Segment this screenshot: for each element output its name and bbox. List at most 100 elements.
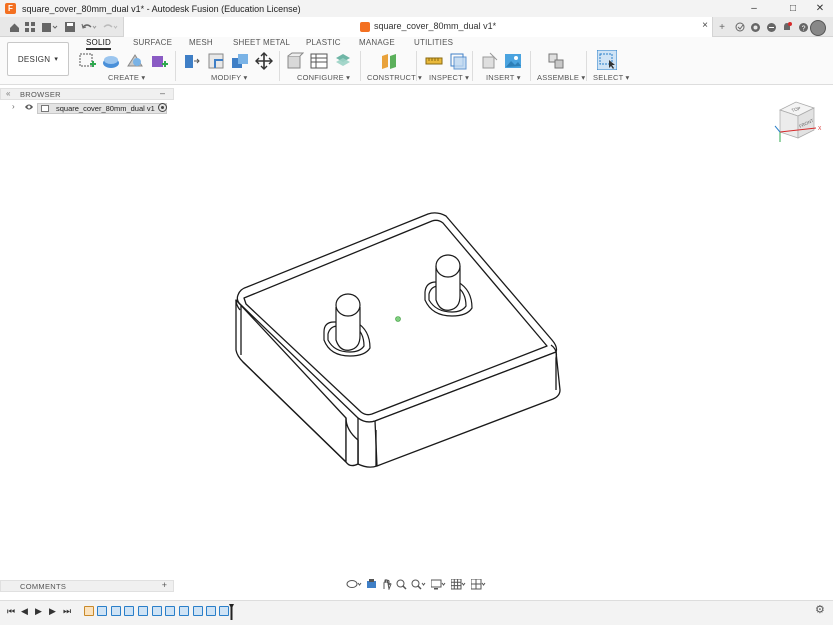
viewcube[interactable]: TOP FRONT X bbox=[772, 96, 824, 148]
create-form-icon[interactable] bbox=[150, 52, 168, 70]
timeline-extrude-icon[interactable] bbox=[97, 606, 107, 616]
timeline-extrude-icon[interactable] bbox=[193, 606, 203, 616]
play-icon[interactable]: ▶ bbox=[35, 606, 42, 617]
extensions-icon[interactable] bbox=[733, 20, 747, 34]
timeline-extrude-icon[interactable] bbox=[179, 606, 189, 616]
redo-icon[interactable] bbox=[101, 20, 119, 34]
insert-canvas-icon[interactable] bbox=[504, 52, 522, 70]
save-icon[interactable] bbox=[64, 20, 76, 34]
workspace-label: DESIGN bbox=[17, 54, 51, 64]
collapse-panel-icon[interactable]: « bbox=[6, 89, 10, 98]
new-tab-icon[interactable]: + bbox=[715, 20, 729, 34]
online-status-icon[interactable] bbox=[764, 20, 778, 34]
zoom-icon[interactable] bbox=[396, 579, 407, 592]
timeline-marker-icon[interactable] bbox=[229, 604, 234, 620]
revolve-icon[interactable] bbox=[126, 52, 144, 70]
new-component-icon[interactable] bbox=[547, 52, 565, 70]
maximize-button[interactable]: □ bbox=[780, 0, 806, 17]
section-analysis-icon[interactable] bbox=[449, 52, 467, 70]
visibility-eye-icon[interactable] bbox=[24, 103, 34, 113]
tab-utilities[interactable]: UTILITIES bbox=[414, 38, 453, 47]
user-avatar-icon[interactable] bbox=[810, 20, 826, 36]
toolbar-ribbon: DESIGN ▾ SOLID SURFACE MESH SHEET METAL … bbox=[0, 37, 833, 85]
ribbon-divider bbox=[472, 51, 473, 81]
configuration-table-icon[interactable] bbox=[310, 52, 328, 70]
pan-icon[interactable] bbox=[381, 578, 392, 592]
inspect-group-label[interactable]: INSPECT ▾ bbox=[429, 73, 469, 82]
add-comment-icon[interactable]: + bbox=[162, 580, 167, 590]
minimize-panel-icon[interactable]: – bbox=[160, 88, 165, 98]
document-tab[interactable]: square_cover_80mm_dual v1* × bbox=[123, 17, 713, 37]
orbit-icon[interactable] bbox=[346, 579, 362, 591]
file-menu-icon[interactable] bbox=[41, 20, 59, 34]
component-name: square_cover_80mm_dual v1 bbox=[56, 104, 155, 113]
browser-title: BROWSER bbox=[20, 90, 61, 99]
comments-panel[interactable]: COMMENTS + bbox=[0, 580, 174, 592]
home-icon[interactable] bbox=[8, 20, 20, 34]
assemble-group-label[interactable]: ASSEMBLE ▾ bbox=[537, 73, 585, 82]
job-status-icon[interactable] bbox=[748, 20, 762, 34]
create-group-label[interactable]: CREATE ▾ bbox=[108, 73, 145, 82]
help-icon[interactable]: ? bbox=[796, 20, 810, 34]
move-copy-icon[interactable] bbox=[255, 52, 273, 70]
tab-plastic[interactable]: PLASTIC bbox=[306, 38, 341, 47]
configured-component-icon[interactable] bbox=[334, 52, 352, 70]
close-window-button[interactable]: ✕ bbox=[807, 0, 833, 17]
extrude-icon[interactable] bbox=[102, 52, 120, 70]
window-title: square_cover_80mm_dual v1* - Autodesk Fu… bbox=[22, 3, 301, 14]
viewports-icon[interactable] bbox=[470, 578, 487, 592]
select-group-label[interactable]: SELECT ▾ bbox=[593, 73, 630, 82]
fillet-icon[interactable] bbox=[207, 52, 225, 70]
modify-group-label[interactable]: MODIFY ▾ bbox=[211, 73, 247, 82]
step-back-icon[interactable]: ◀ bbox=[21, 606, 28, 617]
insert-derive-icon[interactable] bbox=[480, 52, 498, 70]
construct-group-label[interactable]: CONSTRUCT ▾ bbox=[367, 73, 422, 82]
grid-apps-icon[interactable] bbox=[24, 20, 36, 34]
timeline-extrude-icon[interactable] bbox=[111, 606, 121, 616]
tab-mesh[interactable]: MESH bbox=[189, 38, 213, 47]
configure-group-label[interactable]: CONFIGURE ▾ bbox=[297, 73, 350, 82]
timeline-settings-gear-icon[interactable]: ⚙ bbox=[815, 603, 825, 616]
svg-text:?: ? bbox=[801, 25, 805, 32]
select-icon[interactable] bbox=[597, 50, 617, 70]
tab-solid[interactable]: SOLID bbox=[86, 38, 112, 50]
press-pull-icon[interactable] bbox=[182, 52, 200, 70]
look-at-icon[interactable] bbox=[366, 579, 377, 591]
go-to-end-icon[interactable]: ⏭ bbox=[63, 606, 71, 617]
insert-group-label[interactable]: INSERT ▾ bbox=[486, 73, 521, 82]
origin-point-icon[interactable] bbox=[395, 316, 401, 322]
tab-manage[interactable]: MANAGE bbox=[359, 38, 395, 47]
step-forward-icon[interactable]: ▶ bbox=[49, 606, 56, 617]
go-to-start-icon[interactable]: ⏮ bbox=[7, 606, 15, 617]
timeline-sketch-icon[interactable] bbox=[84, 606, 94, 616]
combine-icon[interactable] bbox=[231, 52, 249, 70]
timeline-fillet-icon[interactable] bbox=[219, 606, 229, 616]
zoom-window-icon[interactable] bbox=[411, 579, 427, 592]
minimize-button[interactable]: – bbox=[741, 0, 767, 17]
tab-sheet-metal[interactable]: SHEET METAL bbox=[233, 38, 290, 47]
timeline-fillet-icon[interactable] bbox=[152, 606, 162, 616]
measure-icon[interactable] bbox=[425, 52, 443, 70]
create-sketch-icon[interactable] bbox=[78, 52, 96, 70]
configure-icon[interactable] bbox=[286, 52, 304, 70]
notifications-icon[interactable] bbox=[780, 20, 794, 34]
undo-icon[interactable] bbox=[80, 20, 98, 34]
activate-component-icon[interactable] bbox=[158, 103, 167, 112]
offset-plane-icon[interactable] bbox=[380, 52, 398, 70]
component-node[interactable]: square_cover_80mm_dual v1 bbox=[37, 103, 167, 114]
timeline-fillet-icon[interactable] bbox=[165, 606, 175, 616]
timeline-fillet-icon[interactable] bbox=[138, 606, 148, 616]
expand-chevron-icon[interactable]: › bbox=[12, 102, 15, 111]
timeline-fillet-icon[interactable] bbox=[206, 606, 216, 616]
display-settings-icon[interactable] bbox=[430, 579, 447, 592]
close-tab-icon[interactable]: × bbox=[702, 20, 708, 31]
browser-root-component[interactable]: › square_cover_80mm_dual v1 bbox=[0, 102, 174, 115]
ribbon-divider bbox=[279, 51, 280, 81]
browser-header[interactable]: « BROWSER – bbox=[0, 88, 174, 100]
timeline-fillet-icon[interactable] bbox=[124, 606, 134, 616]
grid-snaps-icon[interactable] bbox=[450, 578, 467, 592]
chevron-down-icon: ▾ bbox=[54, 56, 59, 63]
tab-surface[interactable]: SURFACE bbox=[133, 38, 172, 47]
workspace-switcher-button[interactable]: DESIGN ▾ bbox=[7, 42, 69, 76]
design-file-icon bbox=[360, 22, 370, 32]
